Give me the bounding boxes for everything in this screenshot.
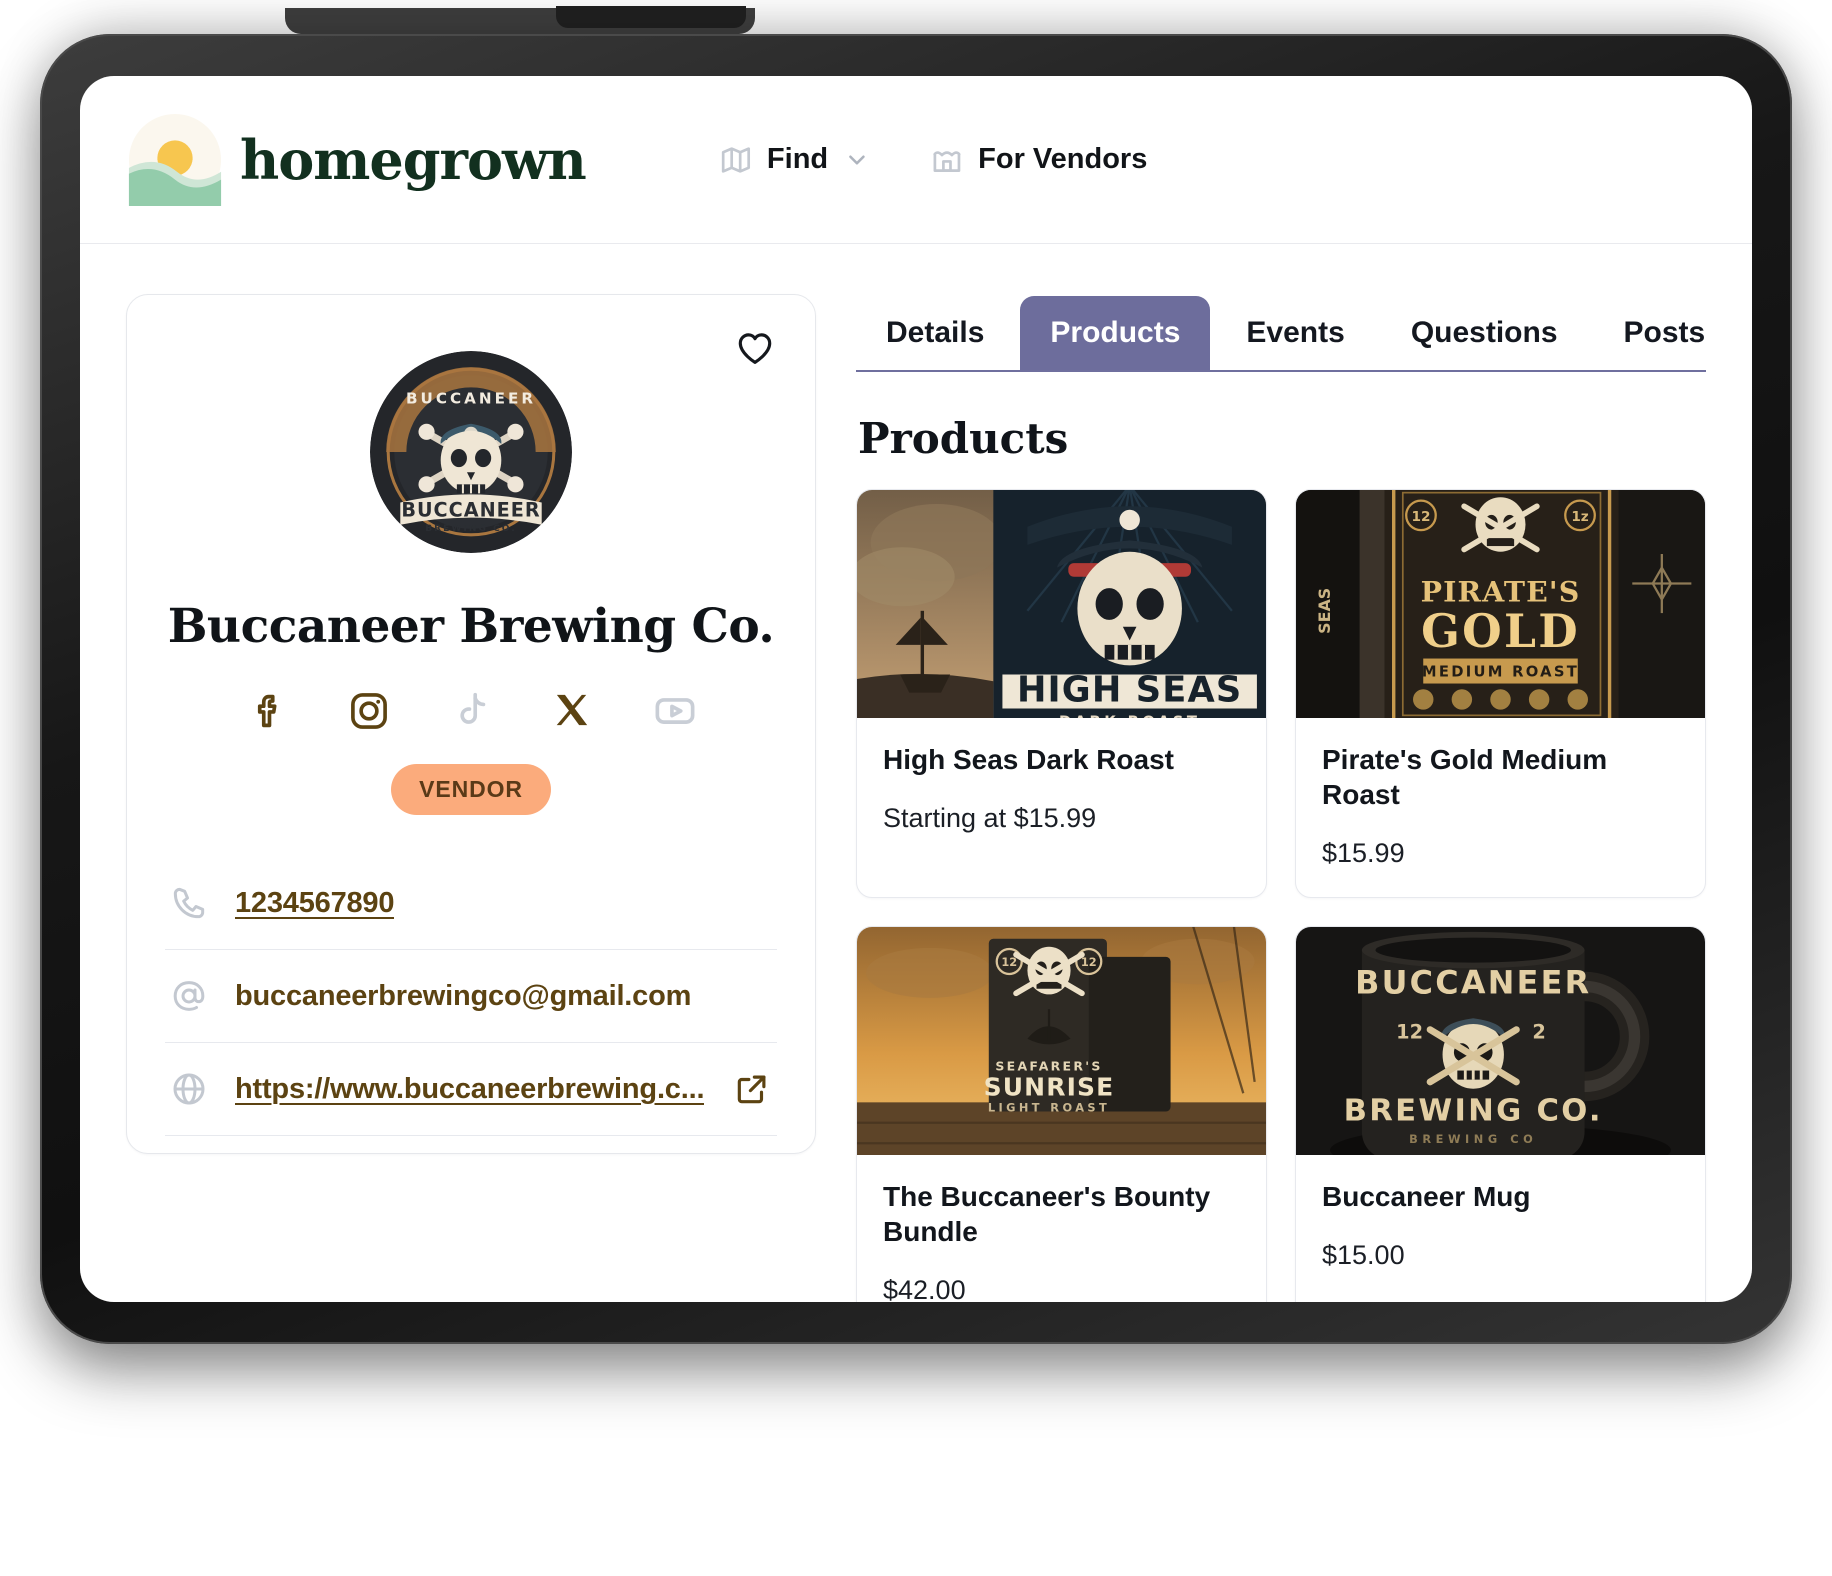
phone-icon bbox=[169, 883, 209, 923]
product-body: Pirate's Gold Medium Roast $15.99 bbox=[1296, 718, 1705, 897]
svg-text:BREWING CO: BREWING CO bbox=[1409, 1132, 1537, 1146]
svg-text:12: 12 bbox=[1411, 509, 1430, 525]
svg-text:GOLD: GOLD bbox=[1421, 604, 1580, 658]
product-card[interactable]: HIGH SEAS DARK ROAST BRE High Seas Dark … bbox=[856, 489, 1267, 898]
contact-list: 1234567890 buccaneerbrewingco@gmail.com bbox=[165, 869, 777, 1136]
nav-item-find[interactable]: Find bbox=[719, 143, 870, 177]
tab-bar: Details Products Events Questions Posts bbox=[856, 296, 1706, 372]
favorite-button[interactable] bbox=[729, 323, 781, 375]
storefront-icon bbox=[930, 143, 964, 177]
product-image-pirates-gold: 12 1z PIRATE'S GOLD MEDIUM ROAST SEAS bbox=[1296, 490, 1705, 734]
vendor-name: Buccaneer Brewing Co. bbox=[167, 599, 775, 654]
main-nav: Find For Vendors bbox=[719, 143, 1147, 177]
instagram-icon[interactable] bbox=[346, 688, 392, 734]
product-name: Buccaneer Mug bbox=[1322, 1181, 1531, 1212]
contact-row-email[interactable]: buccaneerbrewingco@gmail.com bbox=[165, 949, 777, 1042]
phone-value[interactable]: 1234567890 bbox=[235, 887, 394, 920]
external-link-icon[interactable] bbox=[733, 1070, 771, 1108]
contact-row-website[interactable]: https://www.buccaneerbrewing.c... bbox=[165, 1042, 777, 1136]
vendor-profile-card: BUCCANEER BUCCANEER BREWING CO. Buccanee… bbox=[126, 294, 816, 1154]
svg-text:LIGHT ROAST: LIGHT ROAST bbox=[988, 1100, 1110, 1114]
tab-questions[interactable]: Questions bbox=[1381, 296, 1588, 370]
contact-row-phone[interactable]: 1234567890 bbox=[165, 869, 777, 949]
product-price: Starting at $15.99 bbox=[883, 803, 1097, 833]
svg-text:HIGH SEAS: HIGH SEAS bbox=[1017, 670, 1242, 711]
globe-icon bbox=[169, 1069, 209, 1109]
tab-events[interactable]: Events bbox=[1216, 296, 1374, 370]
facebook-icon[interactable] bbox=[244, 688, 290, 734]
product-price: $15.00 bbox=[1322, 1240, 1405, 1270]
nav-label-for-vendors: For Vendors bbox=[978, 143, 1148, 175]
website-value[interactable]: https://www.buccaneerbrewing.c... bbox=[235, 1073, 704, 1106]
svg-text:2: 2 bbox=[1532, 1021, 1545, 1044]
svg-text:BUCCANEER: BUCCANEER bbox=[406, 390, 536, 408]
brand-name: homegrown bbox=[240, 127, 587, 192]
page-body: BUCCANEER BUCCANEER BREWING CO. Buccanee… bbox=[80, 244, 1752, 1302]
svg-text:SEAFARER'S: SEAFARER'S bbox=[995, 1059, 1102, 1074]
product-price: $15.99 bbox=[1322, 838, 1405, 868]
tab-posts[interactable]: Posts bbox=[1594, 296, 1736, 370]
product-image-buccaneer-mug: BUCCANEER 12 2 BREWING CO. BREWING CO bbox=[1296, 927, 1705, 1176]
product-name: High Seas Dark Roast bbox=[883, 744, 1174, 775]
chevron-down-icon[interactable] bbox=[844, 147, 870, 173]
vendor-content: Details Products Events Questions Posts … bbox=[856, 294, 1706, 1302]
svg-text:SEAS: SEAS bbox=[1315, 588, 1334, 634]
email-value[interactable]: buccaneerbrewingco@gmail.com bbox=[235, 980, 691, 1013]
buccaneer-brewing-logo-icon: BUCCANEER BUCCANEER BREWING CO. bbox=[370, 351, 572, 553]
nav-label-find: Find bbox=[766, 143, 829, 175]
tablet-device-frame: homegrown Find For Vendors BUCCANEER BUC… bbox=[40, 34, 1792, 1344]
svg-text:BREWING CO.: BREWING CO. bbox=[1344, 1094, 1603, 1129]
product-body: High Seas Dark Roast Starting at $15.99 bbox=[857, 718, 1266, 862]
site-header: homegrown Find For Vendors bbox=[80, 76, 1752, 244]
badge-row: VENDOR bbox=[165, 764, 777, 815]
svg-text:BREWING CO.: BREWING CO. bbox=[425, 524, 517, 534]
svg-text:SUNRISE: SUNRISE bbox=[984, 1073, 1115, 1102]
tab-details[interactable]: Details bbox=[856, 296, 1014, 370]
product-image-bounty-bundle: 12 12 SEAFARER'S SUNRISE LIGHT ROAST bbox=[857, 927, 1266, 1171]
sunrise-logo-icon bbox=[126, 111, 224, 209]
tab-products[interactable]: Products bbox=[1020, 296, 1211, 370]
tablet-screen: homegrown Find For Vendors BUCCANEER BUC… bbox=[80, 76, 1752, 1302]
tiktok-icon[interactable] bbox=[448, 688, 494, 734]
map-icon bbox=[719, 143, 753, 177]
screenshot-root: homegrown Find For Vendors BUCCANEER BUC… bbox=[0, 0, 1832, 1576]
products-grid: HIGH SEAS DARK ROAST BRE High Seas Dark … bbox=[856, 489, 1706, 1302]
svg-text:BUCCANEER: BUCCANEER bbox=[1355, 963, 1591, 1001]
product-body: The Buccaneer's Bounty Bundle $42.00 bbox=[857, 1155, 1266, 1302]
product-card[interactable]: 12 12 SEAFARER'S SUNRISE LIGHT ROAST The… bbox=[856, 926, 1267, 1302]
social-links bbox=[165, 688, 777, 734]
product-name: The Buccaneer's Bounty Bundle bbox=[883, 1181, 1211, 1247]
brand-logo[interactable]: homegrown bbox=[126, 111, 587, 209]
product-card[interactable]: BUCCANEER 12 2 BREWING CO. BREWING CO Bu… bbox=[1295, 926, 1706, 1302]
product-card[interactable]: 12 1z PIRATE'S GOLD MEDIUM ROAST SEAS Pi… bbox=[1295, 489, 1706, 898]
at-sign-icon bbox=[169, 976, 209, 1016]
svg-text:BUCCANEER: BUCCANEER bbox=[401, 499, 540, 522]
svg-text:12: 12 bbox=[1396, 1021, 1423, 1044]
heart-outline-icon bbox=[734, 327, 776, 372]
svg-text:1z: 1z bbox=[1571, 509, 1588, 525]
section-title-products: Products bbox=[858, 414, 1069, 463]
product-body: Buccaneer Mug $15.00 bbox=[1296, 1155, 1705, 1299]
x-twitter-icon[interactable] bbox=[550, 688, 596, 734]
svg-text:MEDIUM ROAST: MEDIUM ROAST bbox=[1422, 664, 1579, 681]
nav-item-for-vendors[interactable]: For Vendors bbox=[930, 143, 1147, 177]
product-image-high-seas: HIGH SEAS DARK ROAST BRE bbox=[857, 490, 1266, 734]
device-camera-housing bbox=[556, 6, 746, 28]
status-badge: VENDOR bbox=[391, 764, 551, 815]
product-price: $42.00 bbox=[883, 1275, 966, 1302]
youtube-icon[interactable] bbox=[652, 688, 698, 734]
product-name: Pirate's Gold Medium Roast bbox=[1322, 744, 1608, 810]
